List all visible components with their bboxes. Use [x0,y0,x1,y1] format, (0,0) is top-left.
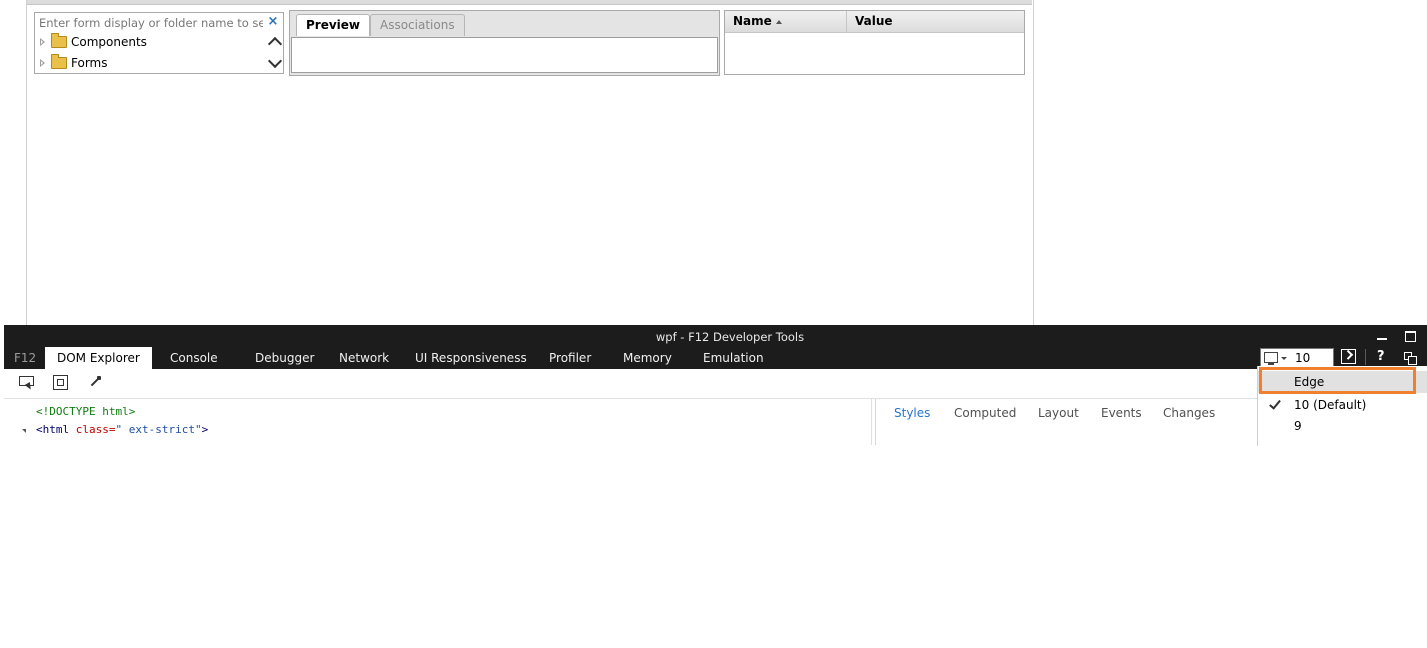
tree-item-label: Forms [71,56,108,70]
form-search-box: × [34,12,284,33]
tree-item-forms[interactable]: Forms [35,53,265,73]
color-picker-icon[interactable] [87,374,105,392]
expand-arrow-icon[interactable] [40,59,45,67]
devtools-tab-bar: F12 DOM Explorer Console Debugger Networ… [4,347,1254,369]
tab-debugger[interactable]: Debugger [243,347,326,369]
expand-arrow-icon[interactable] [40,38,45,46]
tab-network[interactable]: Network [327,347,401,369]
highlight-annotation [1259,367,1416,394]
devtools-title: wpf - F12 Developer Tools [655,330,805,344]
console-icon[interactable] [1341,349,1356,364]
scroll-up-icon[interactable] [267,36,283,52]
folder-tree: Components Forms [34,32,284,74]
preview-content [291,37,718,73]
chevron-down-icon [1281,357,1287,360]
undock-icon[interactable] [1404,352,1417,365]
dom-node-html[interactable]: <html class=" ext-strict"> [36,423,208,436]
f12-label: F12 [14,351,37,365]
folder-icon [51,33,67,48]
tab-associations[interactable]: Associations [370,14,465,36]
f12-developer-tools: wpf - F12 Developer Tools F12 DOM Explor… [4,325,1427,445]
tab-changes[interactable]: Changes [1163,406,1215,420]
tab-dom-explorer[interactable]: DOM Explorer [45,347,152,369]
grid-header: Name Value [725,11,1024,33]
sort-ascending-icon [775,19,782,24]
dom-node-doctype[interactable]: <!DOCTYPE html> [36,405,135,418]
tab-memory[interactable]: Memory [611,347,684,369]
property-grid: Name Value [724,10,1025,75]
column-name-label: Name [733,14,772,28]
tab-events[interactable]: Events [1101,406,1142,420]
maximize-icon[interactable] [1403,329,1419,343]
clear-search-icon[interactable]: × [265,13,281,31]
folder-icon [51,54,67,69]
tree-item-components[interactable]: Components [35,32,265,52]
collapse-arrow-icon[interactable] [22,429,26,433]
document-mode-option-9[interactable]: 9 [1258,415,1427,437]
tab-preview[interactable]: Preview [296,14,371,36]
tab-ui-responsiveness[interactable]: UI Responsiveness [403,347,539,369]
tab-computed[interactable]: Computed [954,406,1016,420]
tab-styles[interactable]: Styles [894,406,930,420]
column-header-name[interactable]: Name [725,11,847,32]
tab-layout[interactable]: Layout [1038,406,1079,420]
column-header-value[interactable]: Value [847,11,1025,32]
preview-panel: Preview Associations [289,10,720,76]
toolbar-divider [1365,349,1366,365]
minimize-icon[interactable] [1374,329,1390,343]
tree-item-label: Components [71,35,147,49]
scroll-down-icon[interactable] [267,53,283,69]
document-mode-option-10[interactable]: 10 (Default) [1258,394,1427,416]
document-mode-value: 10 [1295,351,1311,365]
tab-emulation[interactable]: Emulation [691,347,776,369]
page-toolbar-edge [27,0,1032,5]
help-icon[interactable]: ? [1377,349,1389,365]
select-element-icon[interactable] [18,374,36,392]
dom-explorer-toolbar [4,369,1427,399]
styles-pane: Styles Computed Layout Events Changes [875,399,1260,445]
tab-console[interactable]: Console [158,347,230,369]
tab-profiler[interactable]: Profiler [537,347,603,369]
tree-scrollbar[interactable] [267,32,283,73]
monitor-icon [1264,352,1278,365]
checkmark-icon [1269,397,1281,410]
highlight-element-icon[interactable] [52,374,70,392]
devtools-titlebar: wpf - F12 Developer Tools F12 DOM Explor… [4,325,1427,369]
dom-tree-pane: <!DOCTYPE html> <html class=" ext-strict… [4,399,872,445]
form-search-input[interactable] [37,14,265,31]
